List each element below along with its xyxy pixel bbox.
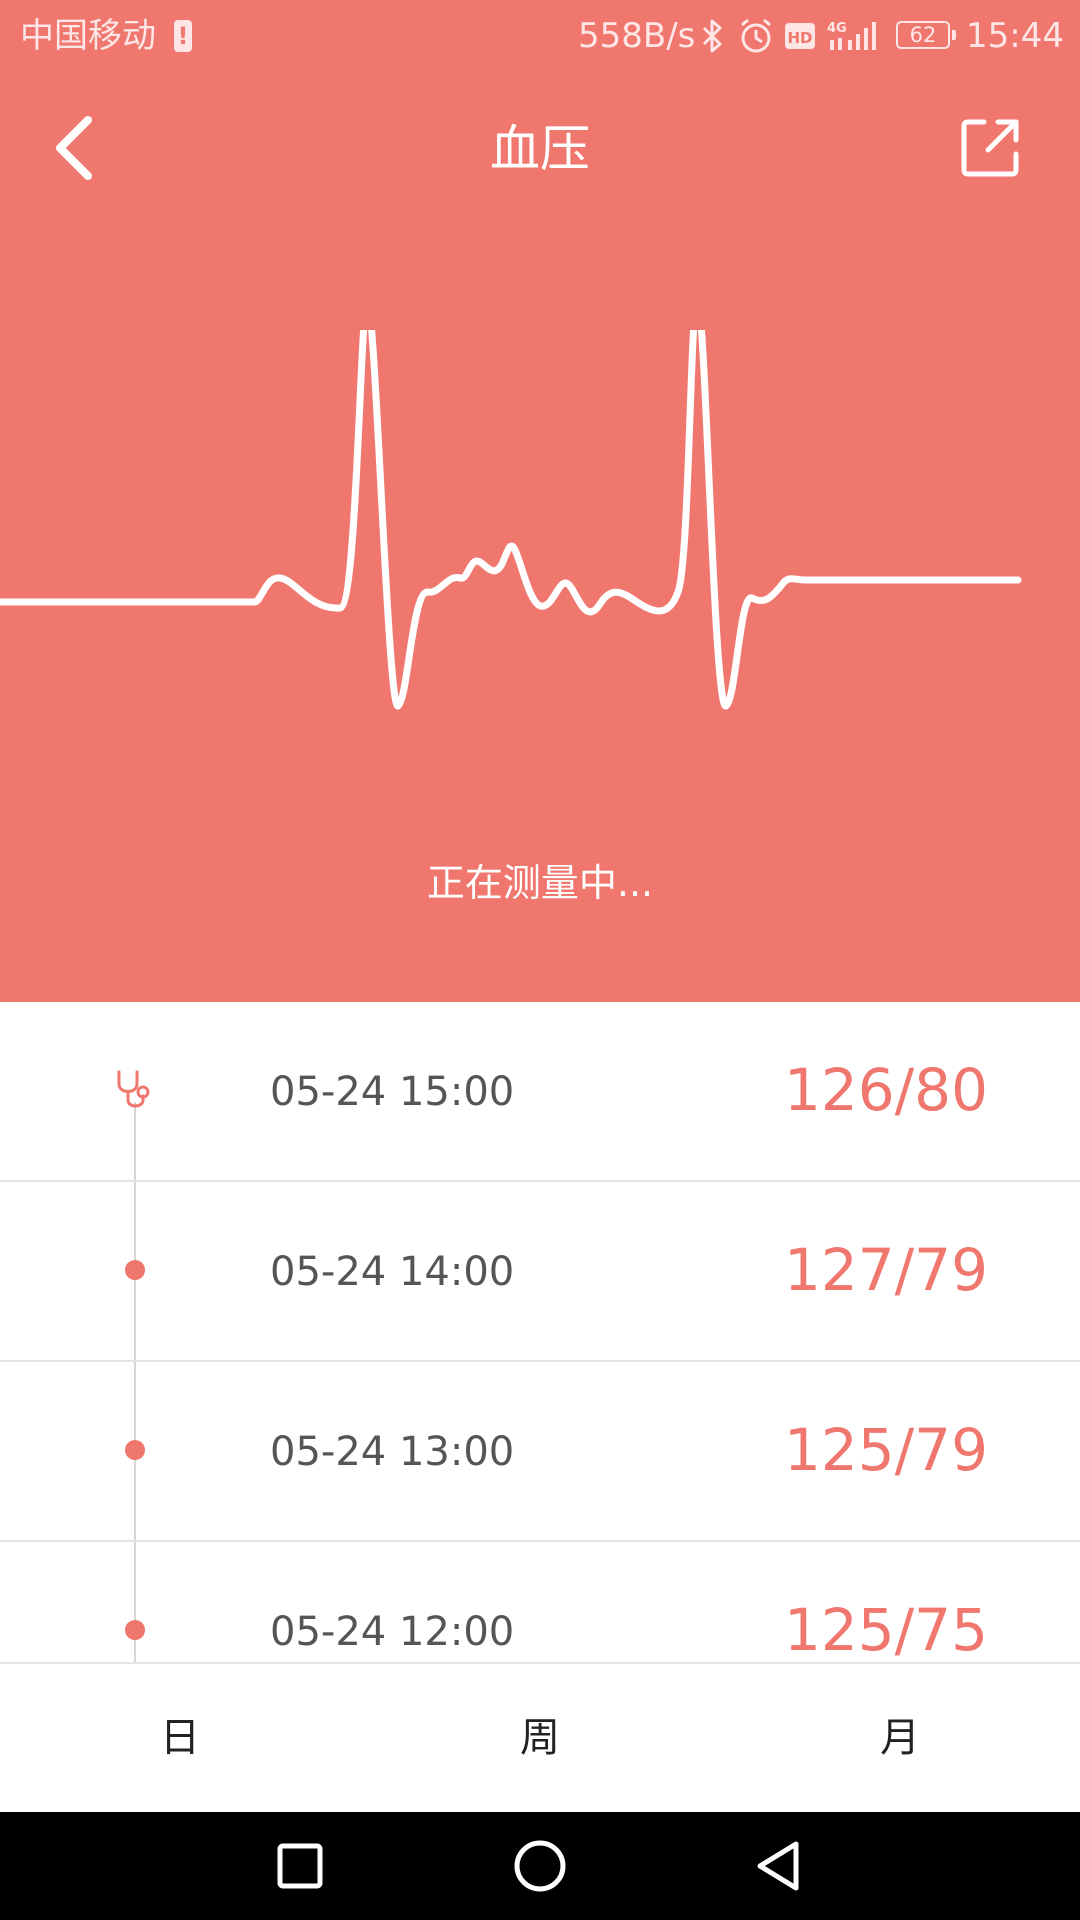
- svg-text:HD: HD: [787, 29, 812, 47]
- measuring-status: 正在测量中...: [426, 861, 654, 905]
- record-row[interactable]: 05-24 15:00 126/80: [0, 1002, 1080, 1182]
- battery-icon: 62: [896, 21, 956, 49]
- recent-apps-icon[interactable]: [268, 1834, 332, 1898]
- signal-icon: 4G: [827, 21, 876, 50]
- network-type: 4G: [827, 21, 847, 36]
- timeline-dot: [125, 1260, 145, 1280]
- timeline-dot: [125, 1440, 145, 1460]
- record-time: 05-24 13:00: [270, 1429, 515, 1475]
- home-icon[interactable]: [508, 1834, 572, 1898]
- chevron-left-icon: [56, 116, 92, 180]
- wave-line: [0, 330, 1022, 710]
- back-triangle-icon[interactable]: [748, 1834, 812, 1898]
- record-row[interactable]: 05-24 13:00 125/79: [0, 1362, 1080, 1542]
- record-value: 125/79: [783, 1416, 988, 1484]
- page-title: 血压: [490, 120, 590, 178]
- bluetooth-icon: [702, 19, 722, 53]
- tab-day[interactable]: 日: [0, 1664, 360, 1812]
- status-bar: 中国移动 558B/s HD 4G: [0, 0, 1080, 75]
- record-value: 126/80: [783, 1056, 988, 1124]
- sim-alert-icon: [174, 20, 192, 52]
- app-root: 中国移动 558B/s HD 4G: [0, 0, 1080, 1920]
- timeline-dot: [125, 1620, 145, 1640]
- record-row[interactable]: 05-24 12:00 125/75: [0, 1542, 1080, 1662]
- record-value: 127/79: [783, 1236, 988, 1304]
- record-time: 05-24 15:00: [270, 1069, 515, 1115]
- stethoscope-icon: [117, 1070, 150, 1108]
- record-time: 05-24 12:00: [270, 1609, 515, 1655]
- carrier-name: 中国移动: [20, 16, 156, 56]
- share-button[interactable]: [954, 112, 1026, 184]
- period-tab-bar: 日 周 月: [0, 1662, 1080, 1812]
- network-speed: 558B/s: [578, 16, 696, 56]
- record-row[interactable]: 05-24 14:00 127/79: [0, 1182, 1080, 1362]
- record-time: 05-24 14:00: [270, 1249, 515, 1295]
- tab-week[interactable]: 周: [360, 1664, 720, 1812]
- heartbeat-wave: [0, 330, 1022, 710]
- back-button[interactable]: [38, 108, 110, 188]
- alarm-icon: [741, 18, 771, 53]
- system-nav-bar: [0, 1812, 1080, 1920]
- tab-month[interactable]: 月: [720, 1664, 1080, 1812]
- records-list: 05-24 15:00 126/80 05-24 14:00 127/79 05…: [0, 1002, 1080, 1662]
- record-value: 125/75: [783, 1596, 988, 1662]
- measurement-panel: 中国移动 558B/s HD 4G: [0, 0, 1080, 1002]
- share-external-icon: [961, 119, 1019, 177]
- clock: 15:44: [966, 16, 1064, 56]
- hd-icon: HD: [785, 23, 815, 49]
